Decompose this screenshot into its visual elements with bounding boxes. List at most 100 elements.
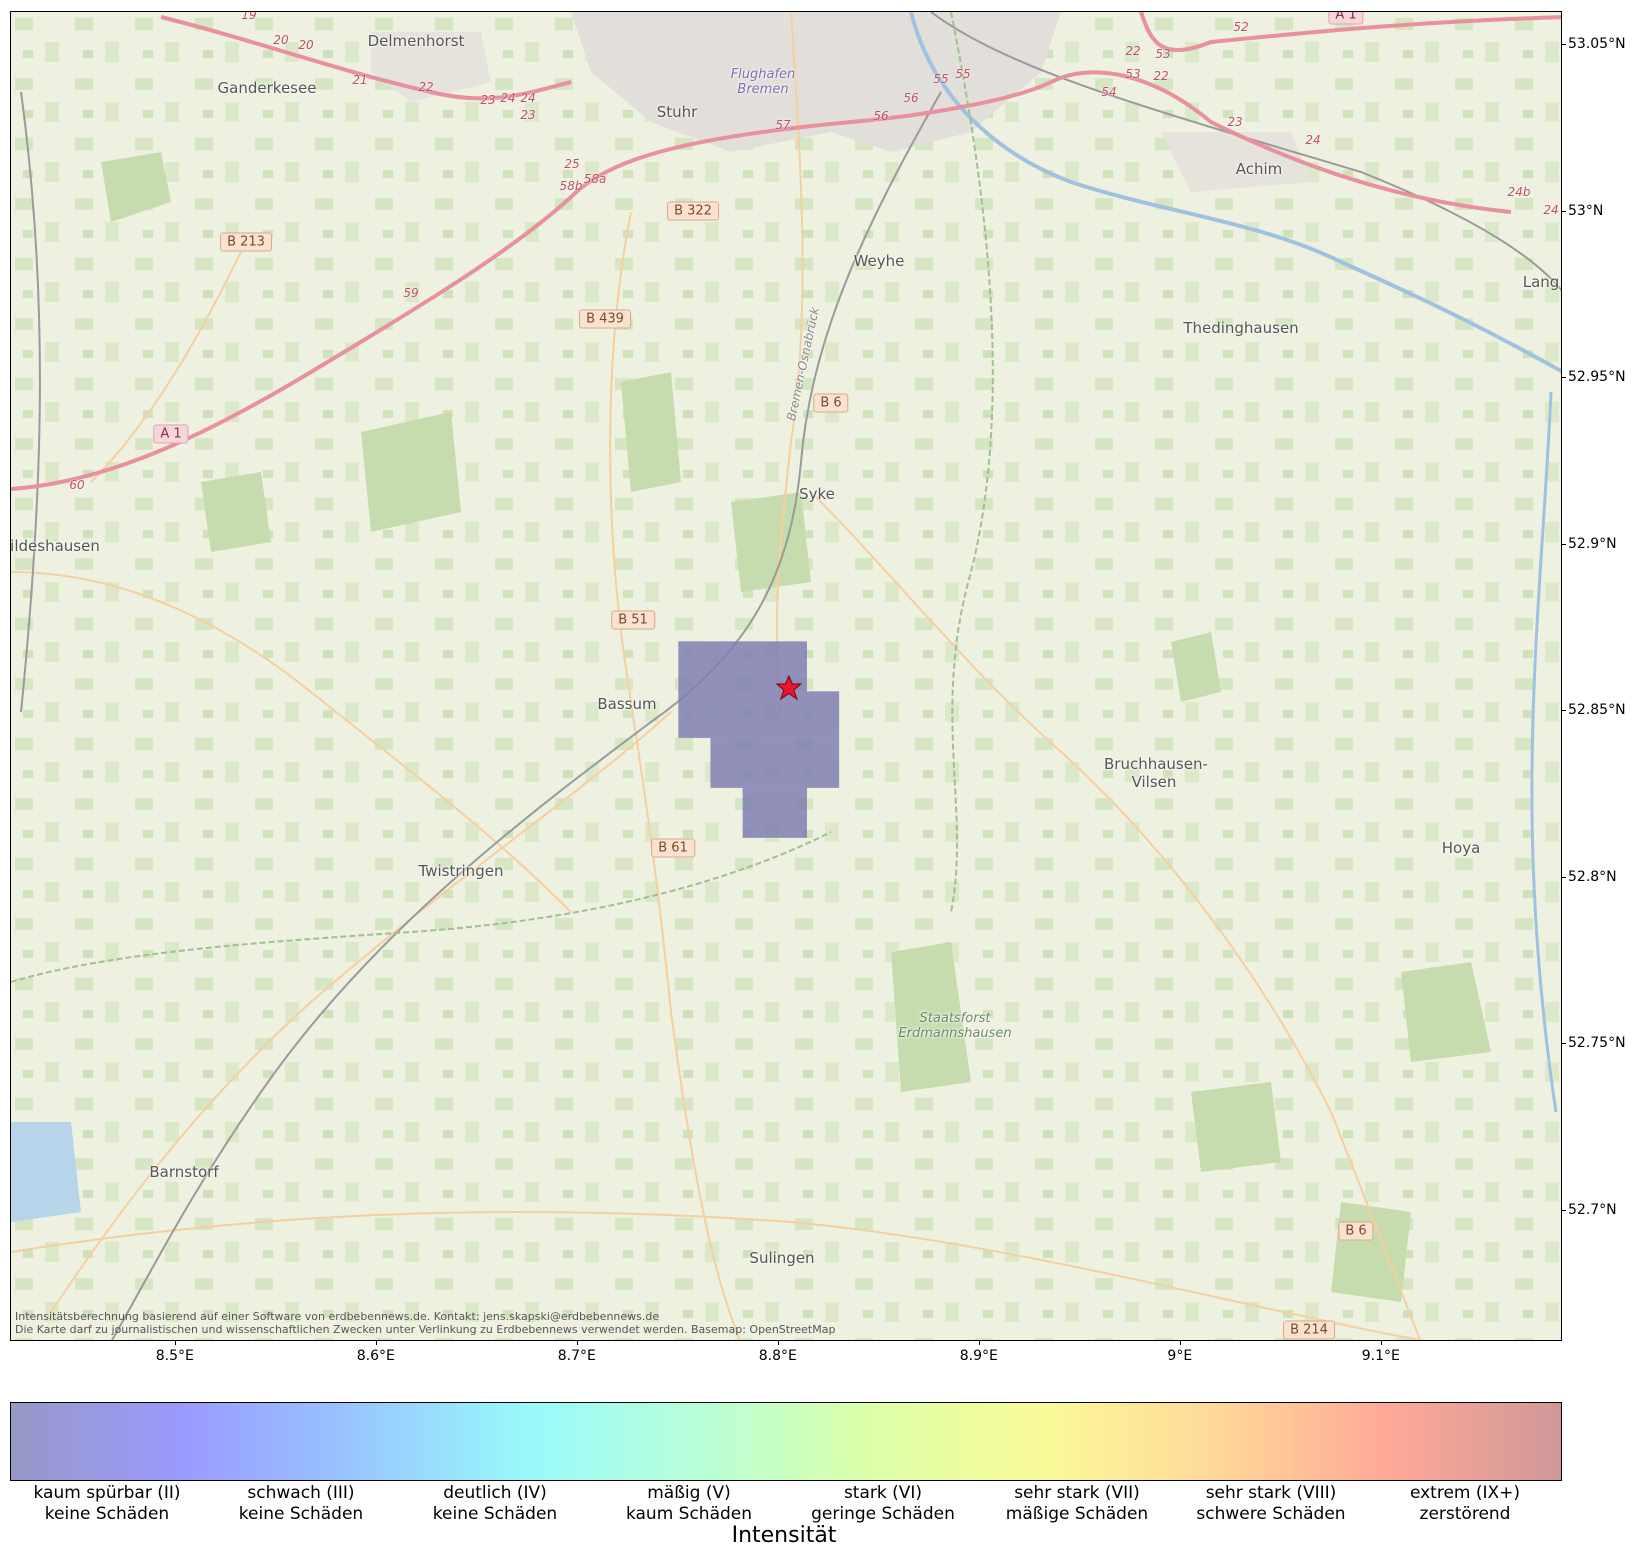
exit-number: 23: [1227, 115, 1243, 129]
road-shield: A 1: [1328, 12, 1364, 25]
exit-number: 21: [352, 73, 368, 87]
exit-number: 52: [1233, 20, 1249, 34]
lon-tick-label: 8.9°E: [959, 1348, 998, 1364]
lon-tick: [375, 1340, 377, 1345]
colorbar-level-label: stark (VI) geringe Schäden: [811, 1483, 955, 1525]
lon-tick-label: 9°E: [1167, 1348, 1193, 1364]
road-shield: B 213: [220, 232, 272, 252]
place-label: Stuhr: [656, 103, 698, 121]
exit-number: 56: [873, 109, 889, 123]
exit-number: 22: [418, 80, 434, 94]
map-area[interactable]: Delmenhorst Ganderkesee Stuhr Flughafen …: [10, 11, 1562, 1341]
basemap: [11, 12, 1561, 1340]
place-label: Hoya: [1441, 839, 1481, 857]
intensity-cell: [742, 787, 807, 838]
level-intensity: kaum spürbar (II): [33, 1483, 181, 1503]
place-label: Delmenhorst: [367, 32, 465, 50]
place-label: Twistringen: [418, 862, 504, 880]
forest: [1191, 1082, 1281, 1172]
exit-number: 22: [1125, 44, 1141, 58]
exit-number: 22: [1153, 69, 1169, 83]
road-shield: B 214: [1283, 1320, 1335, 1340]
exit-number: 53: [1155, 47, 1171, 61]
lon-tick-label: 8.7°E: [557, 1348, 596, 1364]
place-label: Achim: [1235, 160, 1283, 178]
lat-tick: [1561, 377, 1566, 379]
road-shield: B 6: [1338, 1221, 1374, 1241]
place-label: Bassum: [597, 695, 657, 713]
road-shield: B 439: [579, 309, 631, 329]
lon-tick-label: 8.5°E: [155, 1348, 194, 1364]
intensity-cell: [806, 691, 840, 738]
lon-tick: [978, 1340, 980, 1345]
intensity-colorbar: [10, 1402, 1562, 1481]
forest: [361, 412, 461, 532]
attribution-line: Intensitätsberechnung basierend auf eine…: [15, 1310, 660, 1323]
attribution: Intensitätsberechnung basierend auf eine…: [15, 1310, 835, 1336]
lon-tick: [777, 1340, 779, 1345]
exit-number: 56: [903, 91, 919, 105]
exit-number: 54: [1101, 85, 1117, 99]
lon-tick: [1179, 1340, 1181, 1345]
lat-tick-label: 53.05°N: [1568, 36, 1626, 53]
exit-number: 24: [500, 91, 516, 105]
level-intensity: extrem (IX+): [1409, 1483, 1521, 1503]
level-intensity: schwach (III): [247, 1483, 355, 1503]
lat-tick-label: 52.7°N: [1568, 1201, 1617, 1218]
lon-tick: [576, 1340, 578, 1345]
place-label: Bruchhausen-Vilsen: [1104, 755, 1208, 791]
road-shield: A 1: [153, 424, 189, 444]
lat-tick: [1561, 543, 1566, 545]
intensity-cell: [710, 737, 840, 788]
exit-number: 20: [273, 33, 289, 47]
exit-number: 25: [564, 157, 580, 171]
place-label: Lang: [1522, 273, 1560, 291]
lat-tick: [1561, 1209, 1566, 1211]
colorbar-level-label: schwach (III) keine Schäden: [239, 1483, 363, 1525]
lat-tick-label: 52.85°N: [1568, 702, 1626, 719]
lat-tick-label: 52.75°N: [1568, 1035, 1626, 1052]
exit-number: 19: [241, 11, 257, 22]
place-label: Thedinghausen: [1183, 319, 1299, 337]
place-label: Weyhe: [853, 252, 905, 270]
exit-number: 59: [403, 286, 419, 300]
lon-tick: [1380, 1340, 1382, 1345]
lat-tick-label: 52.8°N: [1568, 868, 1617, 885]
lat-tick-label: 52.95°N: [1568, 369, 1626, 386]
level-damage: zerstörend: [1419, 1504, 1511, 1524]
exit-number: 24: [1305, 133, 1321, 147]
place-label: Syke: [799, 485, 835, 503]
lat-tick: [1561, 44, 1566, 46]
lat-tick: [1561, 710, 1566, 712]
exit-number: 24b: [1507, 185, 1531, 199]
lat-tick-label: 53°N: [1568, 202, 1604, 219]
level-intensity: deutlich (IV): [443, 1483, 547, 1503]
colorbar-level-label: kaum spürbar (II) keine Schäden: [33, 1483, 180, 1525]
forest: [621, 372, 681, 492]
exit-number: 23: [480, 93, 496, 107]
exit-number: 58b: [559, 179, 583, 193]
place-label: Ganderkesee: [217, 79, 317, 97]
colorbar-level-label: sehr stark (VII) mäßige Schäden: [1006, 1483, 1148, 1525]
colorbar-level-label: extrem (IX+) zerstörend: [1410, 1483, 1520, 1525]
colorbar-level-label: sehr stark (VIII) schwere Schäden: [1196, 1483, 1345, 1525]
lon-tick-label: 8.8°E: [758, 1348, 797, 1364]
colorbar-level-label: deutlich (IV) keine Schäden: [433, 1483, 557, 1525]
exit-number: 55: [955, 67, 971, 81]
lat-tick: [1561, 210, 1566, 212]
attribution-line: Die Karte darf zu journalistischen und w…: [15, 1323, 836, 1336]
level-damage: keine Schäden: [238, 1504, 364, 1524]
place-label: Sulingen: [749, 1249, 815, 1267]
exit-number: 58a: [583, 172, 607, 186]
level-intensity: sehr stark (VIII): [1205, 1483, 1337, 1503]
level-damage: keine Schäden: [432, 1504, 558, 1524]
place-label: Barnstorf: [149, 1163, 219, 1181]
exit-number: 23: [520, 108, 536, 122]
road-shield: B 322: [667, 201, 719, 221]
level-damage: geringe Schäden: [811, 1504, 955, 1524]
level-damage: kaum Schäden: [625, 1504, 753, 1524]
forest-label: Staatsforst Erdmannshausen: [898, 1011, 1012, 1041]
level-damage: keine Schäden: [44, 1504, 170, 1524]
level-intensity: mäßig (V): [647, 1483, 731, 1503]
lon-tick-label: 9.1°E: [1361, 1348, 1400, 1364]
